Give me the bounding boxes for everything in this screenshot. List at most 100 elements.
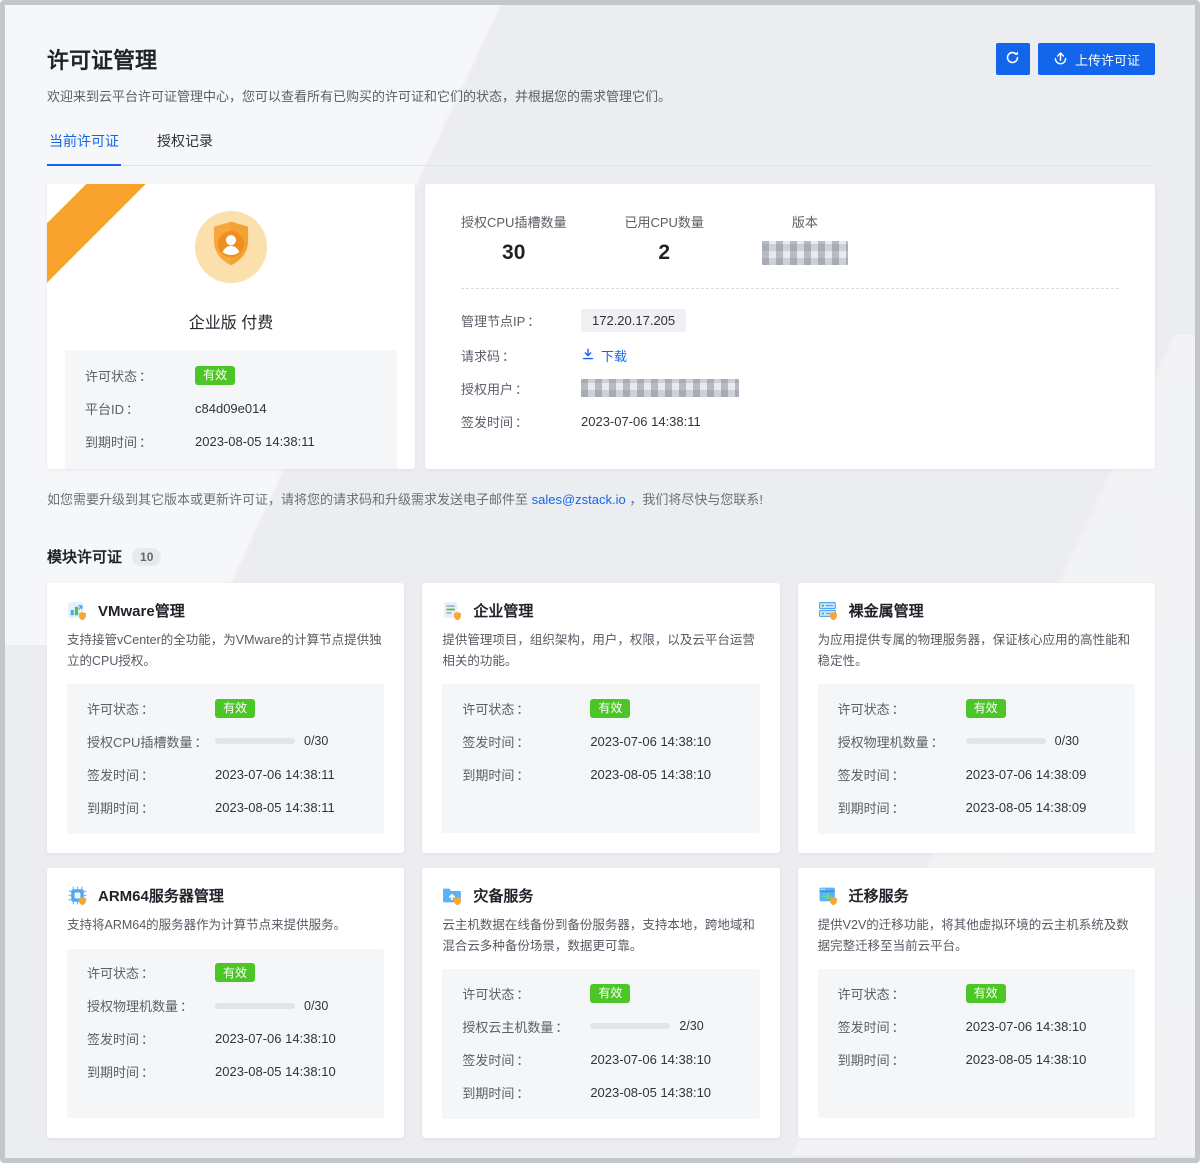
info-row-label: 授权物理机数量	[838, 732, 966, 751]
status-badge: 有效	[966, 699, 1006, 718]
module-card-info-box: 许可状态有效授权物理机数量0/30签发时间2023-07-06 14:38:10…	[67, 949, 384, 1118]
license-stat-value: 30	[461, 240, 566, 266]
info-row-label: 到期时间	[87, 1062, 215, 1081]
info-row-label: 签发时间	[462, 1050, 590, 1069]
status-badge: 有效	[590, 984, 630, 1003]
migration-icon	[818, 885, 839, 906]
info-row: 授权物理机数量0/30	[87, 996, 364, 1016]
info-row-label: 到期时间	[85, 432, 195, 451]
info-row-label: 许可状态	[838, 984, 966, 1003]
info-row-label: 许可状态	[87, 699, 215, 718]
module-card-info-box: 许可状态有效授权CPU插槽数量 0/30 签发时间2023-07-06 14:38:…	[67, 684, 384, 834]
license-stat-value: 2	[624, 240, 703, 266]
info-row-label: 授权用户	[461, 379, 581, 398]
edition-info-box: 许可状态有效平台IDc84d09e014到期时间2023-08-05 14:38…	[65, 350, 397, 469]
info-row: 到期时间2023-08-05 14:38:11	[85, 431, 377, 451]
license-stat-label: 授权CPU插槽数量	[461, 212, 566, 231]
info-row-label: 授权CPU插槽数量	[87, 732, 215, 751]
module-card-description: 支持将ARM64的服务器作为计算节点来提供服务。	[67, 915, 384, 936]
info-row-label: 许可状态	[838, 699, 966, 718]
info-row-label: 到期时间	[838, 798, 966, 817]
module-count-badge: 10	[132, 548, 161, 566]
info-row: 许可状态有效	[85, 365, 377, 385]
baremetal-icon	[818, 600, 839, 621]
info-row-value: 2023-07-06 14:38:10	[590, 1052, 711, 1067]
license-stat-label: 版本	[762, 212, 848, 231]
info-row: 签发时间2023-07-06 14:38:11	[87, 764, 364, 784]
module-card: 迁移服务提供V2V的迁移功能，将其他虚拟环境的云主机系统及数据完整迁移至当前云平…	[798, 868, 1155, 1138]
sales-email-link[interactable]: sales@zstack.io	[532, 492, 626, 507]
info-row: 许可状态有效	[838, 983, 1115, 1003]
module-card-title: 企业管理	[473, 600, 533, 621]
info-row-label: 签发时间	[87, 1029, 215, 1048]
license-stat-value	[762, 240, 848, 266]
info-row: 签发时间2023-07-06 14:38:10	[87, 1029, 364, 1049]
tab-authorization-records[interactable]: 授权记录	[155, 131, 215, 166]
download-link[interactable]: 下载	[581, 346, 627, 365]
module-card-header: 裸金属管理	[818, 600, 1135, 621]
info-row-label: 许可状态	[462, 699, 590, 718]
progress-row-value: 2/30	[590, 1019, 703, 1033]
page-header: 许可证管理 欢迎来到云平台许可证管理中心，您可以查看所有已购买的许可证和它们的状…	[5, 5, 1195, 105]
shield-user-badge-icon	[194, 210, 268, 289]
status-badge: 有效	[195, 366, 235, 385]
info-row-value: 2023-07-06 14:38:10	[590, 734, 711, 749]
module-card-title: ARM64服务器管理	[98, 885, 224, 906]
info-row-label: 签发时间	[838, 1017, 966, 1036]
module-card-header: 迁移服务	[818, 885, 1135, 906]
info-row: 到期时间2023-08-05 14:38:11	[87, 797, 364, 817]
download-link-label: 下载	[601, 346, 627, 365]
info-row-value: c84d09e014	[195, 401, 267, 416]
info-row-value: 2023-08-05 14:38:11	[195, 434, 315, 449]
info-row-value: 2023-07-06 14:38:11	[215, 767, 335, 782]
refresh-button[interactable]	[996, 43, 1030, 75]
info-row-value: 2023-07-06 14:38:10	[966, 1019, 1087, 1034]
page-title: 许可证管理	[47, 43, 1155, 75]
info-row-label: 许可状态	[462, 984, 590, 1003]
module-section-header: 模块许可证 10	[47, 546, 1155, 567]
info-row-value: 2023-07-06 14:38:10	[215, 1031, 336, 1046]
module-card: VMware管理支持接管vCenter的全功能，为VMware的计算节点提供独立…	[47, 583, 404, 853]
tab-current-licenses[interactable]: 当前许可证	[47, 131, 121, 166]
license-stat-label: 已用CPU数量	[624, 212, 703, 231]
upload-button-label: 上传许可证	[1075, 50, 1140, 69]
license-stat: 版本	[762, 212, 848, 266]
info-row-label: 许可状态	[87, 963, 215, 982]
info-row-value: 2023-08-05 14:38:10	[590, 767, 711, 782]
info-row-label: 到期时间	[838, 1050, 966, 1069]
info-row-label: 到期时间	[87, 798, 215, 817]
disaster-recovery-icon	[442, 885, 463, 906]
module-card: ARM64服务器管理支持将ARM64的服务器作为计算节点来提供服务。许可状态有效…	[47, 868, 404, 1138]
module-card-info-box: 许可状态有效签发时间2023-07-06 14:38:10到期时间2023-08…	[442, 684, 759, 833]
redacted-value	[581, 379, 739, 397]
info-row: 签发时间2023-07-06 14:38:09	[838, 764, 1115, 784]
info-row: 到期时间2023-08-05 14:38:10	[462, 1082, 739, 1102]
progress-bar	[215, 1003, 295, 1009]
info-row-label: 授权物理机数量	[87, 996, 215, 1015]
info-row-label: 授权云主机数量	[462, 1017, 590, 1036]
edition-name: 企业版 付费	[189, 309, 273, 333]
info-row: 签发时间2023-07-06 14:38:10	[462, 1049, 739, 1069]
info-row: 授权CPU插槽数量 0/30	[87, 731, 364, 751]
info-row: 许可状态有效	[87, 698, 364, 718]
status-badge: 有效	[590, 699, 630, 718]
info-row: 到期时间2023-08-05 14:38:10	[838, 1049, 1115, 1069]
arm64-icon	[67, 885, 88, 906]
module-card: 灾备服务云主机数据在线备份到备份服务器，支持本地，跨地域和混合云多种备份场景，数…	[422, 868, 779, 1138]
progress-text: 2/30	[679, 1019, 703, 1033]
progress-row-value: 0/30	[215, 734, 328, 748]
progress-bar	[215, 738, 295, 744]
module-card-title: 灾备服务	[473, 885, 533, 906]
edition-card: 企业版 付费 许可状态有效平台IDc84d09e014到期时间2023-08-0…	[47, 184, 415, 469]
status-badge: 有效	[966, 984, 1006, 1003]
progress-text: 0/30	[304, 734, 328, 748]
module-section-title: 模块许可证	[47, 546, 122, 567]
module-card-description: 支持接管vCenter的全功能，为VMware的计算节点提供独立的CPU授权。	[67, 630, 384, 671]
module-card-header: 企业管理	[442, 600, 759, 621]
page-subtitle: 欢迎来到云平台许可证管理中心，您可以查看所有已购买的许可证和它们的状态，并根据您…	[47, 86, 1155, 105]
module-card-description: 云主机数据在线备份到备份服务器，支持本地，跨地域和混合云多种备份场景，数据更可靠…	[442, 915, 759, 956]
info-row-value: 2023-07-06 14:38:09	[966, 767, 1087, 782]
license-stat: 已用CPU数量 2	[624, 212, 703, 266]
upload-license-button[interactable]: 上传许可证	[1038, 43, 1155, 75]
info-row: 管理节点IP172.20.17.205	[461, 309, 1119, 332]
